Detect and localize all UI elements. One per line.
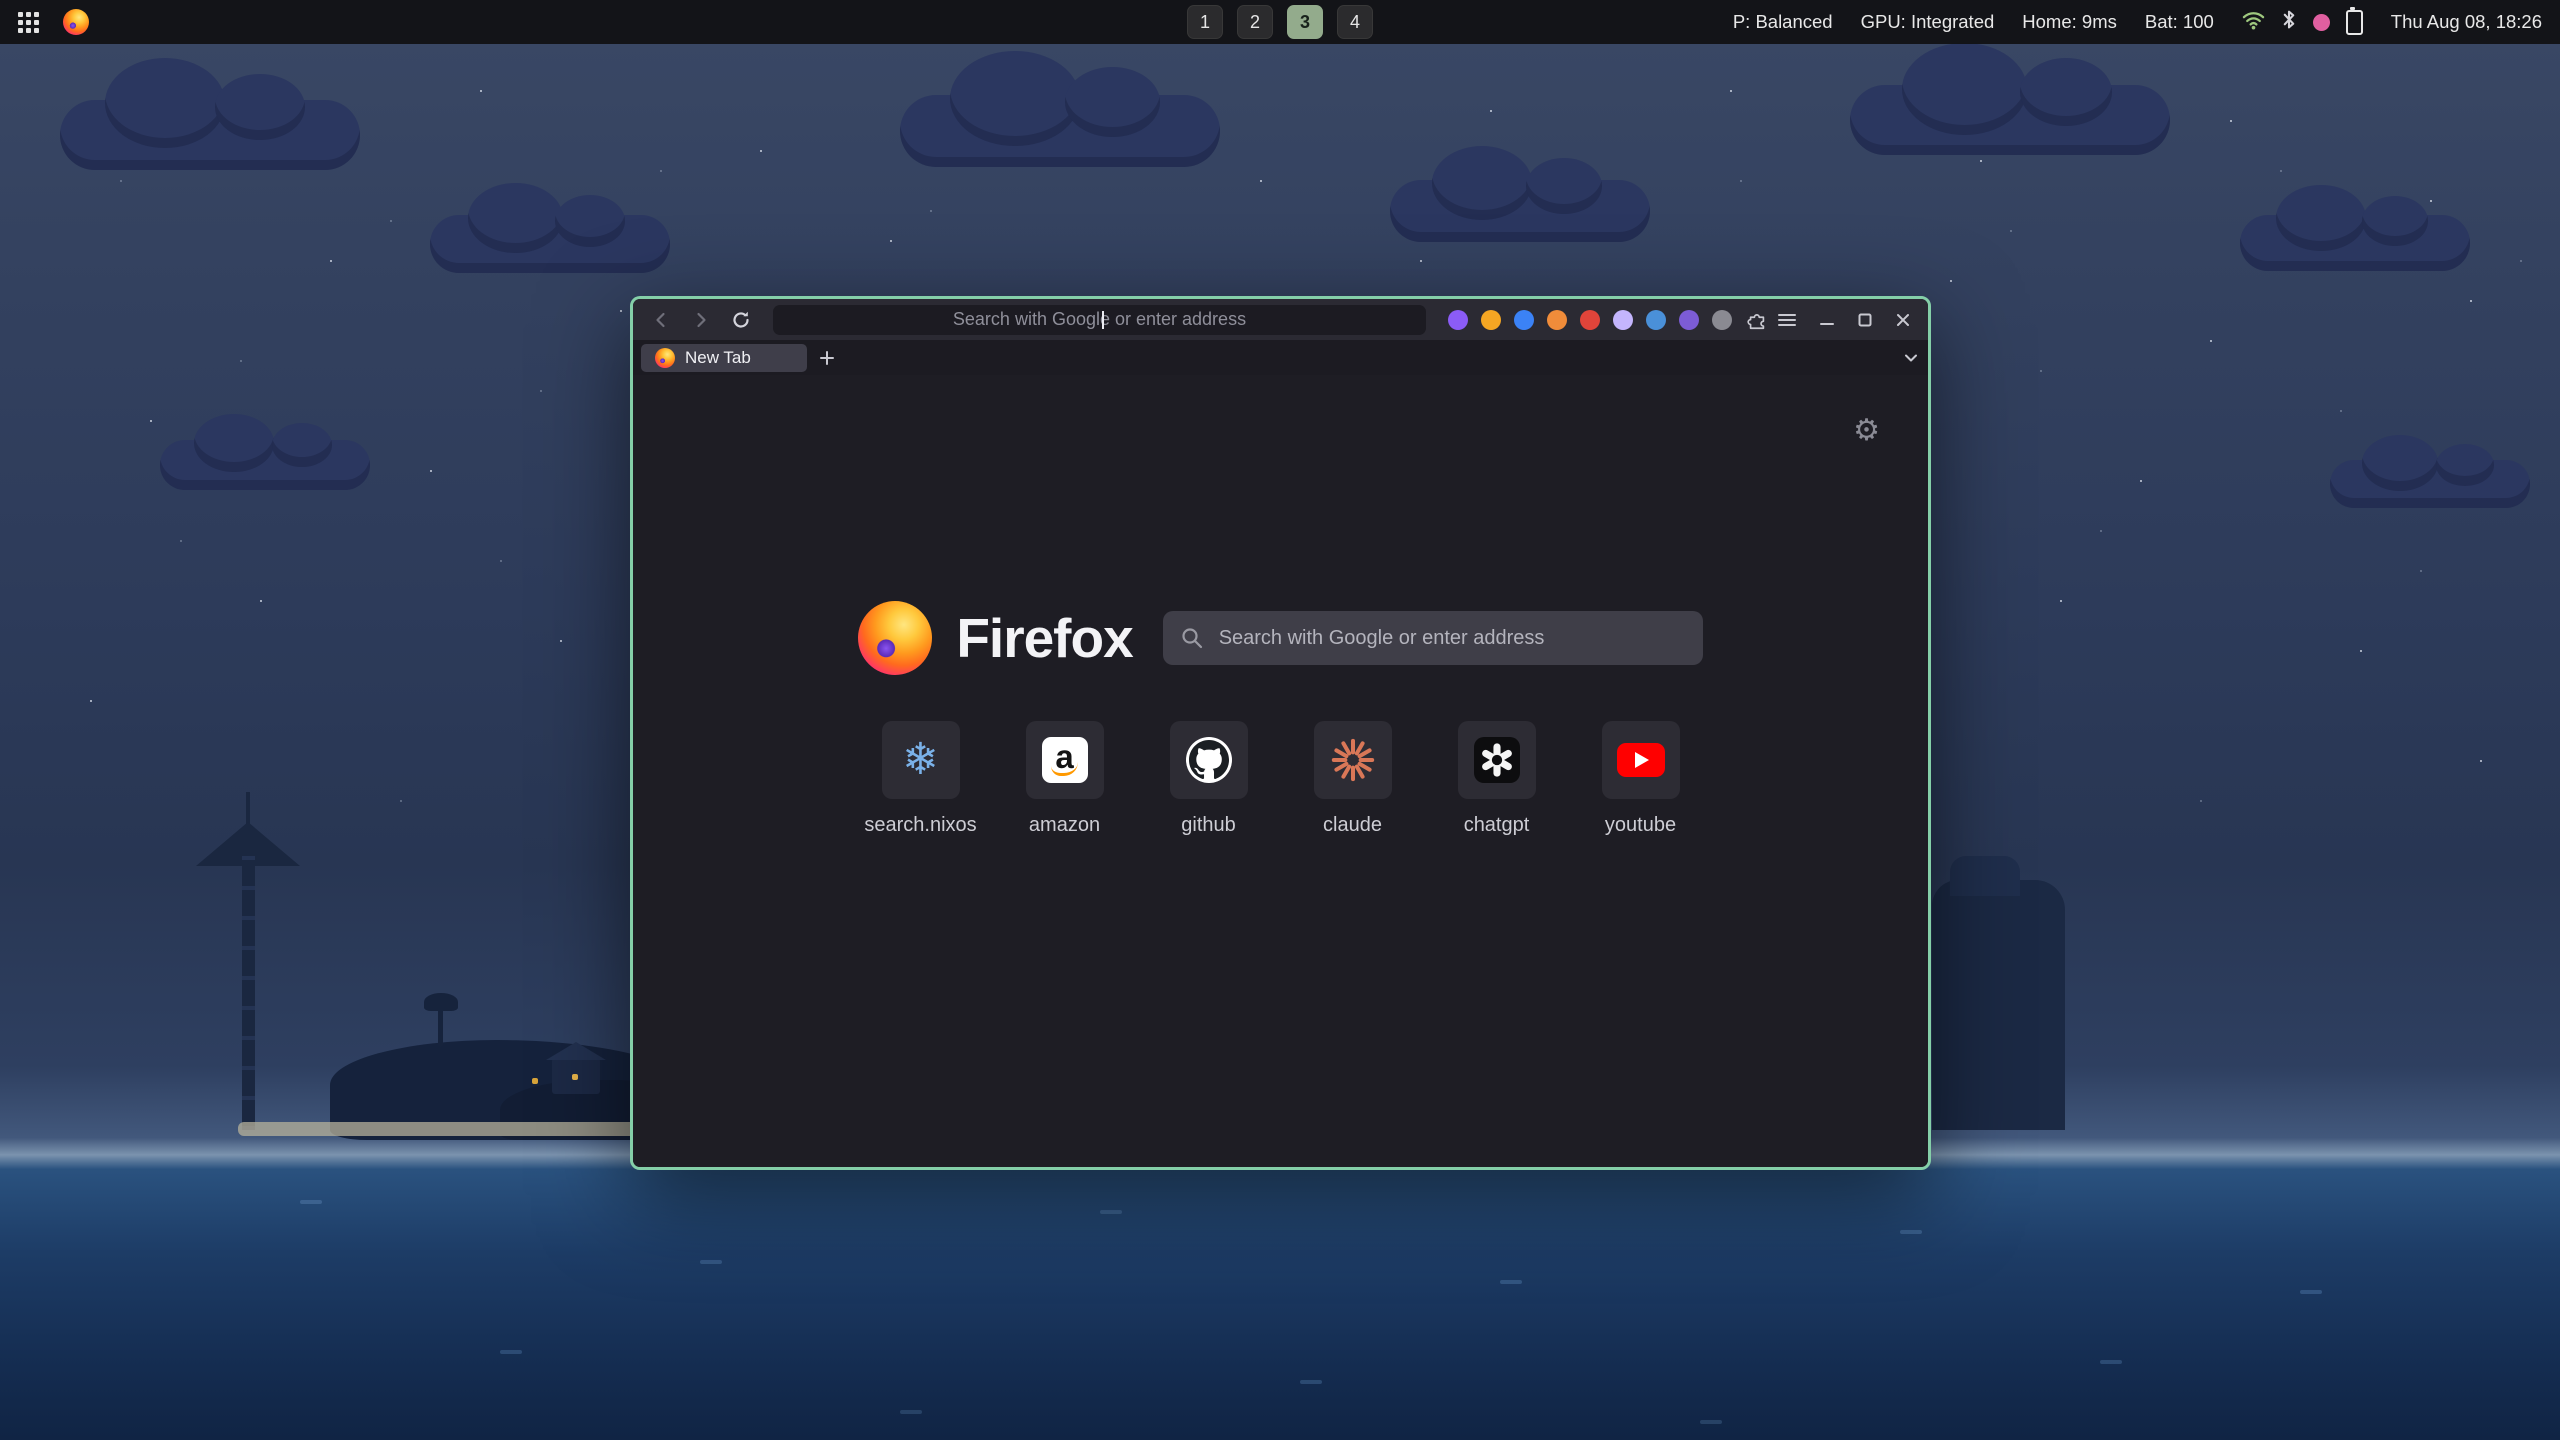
workspace-button-3[interactable]: 3	[1287, 5, 1323, 39]
extensions-puzzle-icon[interactable]	[1746, 309, 1768, 331]
workspace-switcher: 1 2 3 4	[1187, 5, 1373, 39]
workspace-label: 1	[1200, 12, 1210, 33]
workspace-label: 3	[1300, 12, 1310, 33]
desktop: 1 2 3 4 P: Balanced GPU: Integrated Home…	[0, 0, 2560, 1440]
shortcut-youtube[interactable]: youtube	[1602, 721, 1680, 837]
url-bar[interactable]	[773, 305, 1426, 335]
bluetooth-icon[interactable]	[2281, 9, 2297, 35]
extension-icon[interactable]	[1547, 310, 1567, 330]
extension-icon[interactable]	[1613, 310, 1633, 330]
phone-battery-icon[interactable]	[2346, 10, 2363, 35]
palm-tree	[438, 1005, 443, 1047]
chatgpt-icon	[1474, 737, 1520, 783]
extension-icon[interactable]	[1481, 310, 1501, 330]
minimize-button[interactable]	[1818, 311, 1836, 329]
list-tabs-chevron-icon[interactable]	[1902, 349, 1920, 367]
app-launcher-grid-icon[interactable]	[18, 12, 39, 33]
extension-icon[interactable]	[1646, 310, 1666, 330]
shortcut-label: youtube	[1605, 814, 1676, 837]
extension-icon[interactable]	[1514, 310, 1534, 330]
shortcut-tile	[1170, 721, 1248, 799]
youtube-play-triangle	[1635, 752, 1649, 768]
firefox-launcher-icon[interactable]	[63, 9, 89, 35]
menu-hamburger-icon[interactable]	[1776, 309, 1798, 331]
personalize-gear-icon[interactable]: ⚙	[1847, 415, 1886, 447]
extension-icon[interactable]	[1580, 310, 1600, 330]
github-icon	[1186, 737, 1232, 783]
firefox-wordmark: Firefox	[956, 606, 1132, 670]
shortcut-grid: ❄ search.nixos a amazon	[882, 721, 1680, 837]
window-controls	[1818, 311, 1916, 329]
claude-icon	[1330, 737, 1376, 783]
shortcut-label: chatgpt	[1464, 814, 1530, 837]
shortcut-label: search.nixos	[864, 814, 976, 837]
workspace-button-4[interactable]: 4	[1337, 5, 1373, 39]
wifi-icon[interactable]	[2242, 9, 2265, 35]
recording-indicator-icon[interactable]	[2313, 14, 2330, 31]
shortcut-amazon[interactable]: a amazon	[1026, 721, 1104, 837]
power-profile-module[interactable]: P: Balanced	[1733, 11, 1833, 33]
hut-window-light	[572, 1074, 578, 1080]
shortcut-tile	[1314, 721, 1392, 799]
shortcut-github[interactable]: github	[1170, 721, 1248, 837]
nixos-snowflake-icon: ❄	[902, 738, 939, 782]
text-caret	[1102, 311, 1104, 329]
extension-icon[interactable]	[1679, 310, 1699, 330]
shortcut-label: amazon	[1029, 814, 1100, 837]
firefox-window: New Tab ⚙ Firefox	[630, 296, 1931, 1170]
search-icon	[1180, 626, 1204, 650]
watchtower	[242, 830, 255, 1130]
new-tab-button[interactable]	[817, 348, 837, 368]
tab-bar: New Tab	[633, 340, 1928, 375]
shortcut-chatgpt[interactable]: chatgpt	[1458, 721, 1536, 837]
newtab-search-input[interactable]	[1163, 610, 1703, 666]
shortcut-label: github	[1181, 814, 1236, 837]
status-bar: 1 2 3 4 P: Balanced GPU: Integrated Home…	[0, 0, 2560, 44]
tab-new-tab[interactable]: New Tab	[641, 344, 807, 372]
extension-icon[interactable]	[1712, 310, 1732, 330]
workspace-button-2[interactable]: 2	[1237, 5, 1273, 39]
shortcut-tile	[1458, 721, 1536, 799]
newtab-hero: Firefox	[858, 601, 1702, 675]
shortcut-tile: a	[1026, 721, 1104, 799]
system-tray	[2242, 9, 2363, 35]
workspace-label: 2	[1250, 12, 1260, 33]
battery-module[interactable]: Bat: 100	[2145, 11, 2214, 33]
back-button[interactable]	[645, 305, 677, 335]
url-input[interactable]	[773, 304, 1426, 336]
tab-label: New Tab	[685, 348, 751, 368]
workspace-button-1[interactable]: 1	[1187, 5, 1223, 39]
shortcut-claude[interactable]: claude	[1314, 721, 1392, 837]
youtube-icon	[1617, 743, 1665, 777]
sea-cliff	[1932, 880, 2065, 1130]
extension-icons	[1442, 310, 1738, 330]
watchtower-mast	[246, 792, 250, 826]
status-bar-left	[18, 9, 89, 35]
firefox-favicon-icon	[655, 348, 675, 368]
firefox-logo-icon	[858, 601, 932, 675]
shortcut-tile	[1602, 721, 1680, 799]
close-button[interactable]	[1894, 311, 1912, 329]
firefox-icon	[63, 9, 89, 35]
gpu-module[interactable]: GPU: Integrated	[1861, 11, 1995, 33]
clock[interactable]: Thu Aug 08, 18:26	[2391, 11, 2542, 33]
newtab-search-bar[interactable]	[1163, 611, 1703, 665]
workspace-label: 4	[1350, 12, 1360, 33]
shortcut-label: claude	[1323, 814, 1382, 837]
status-bar-right: P: Balanced GPU: Integrated Home: 9ms Ba…	[1733, 9, 2542, 35]
forward-button[interactable]	[685, 305, 717, 335]
amazon-icon: a	[1042, 737, 1088, 783]
reload-button[interactable]	[725, 305, 757, 335]
browser-toolbar	[633, 299, 1928, 340]
extension-icon[interactable]	[1448, 310, 1468, 330]
maximize-button[interactable]	[1856, 311, 1874, 329]
latency-module[interactable]: Home: 9ms	[2022, 11, 2117, 33]
shortcut-search-nixos[interactable]: ❄ search.nixos	[882, 721, 960, 837]
new-tab-page: ⚙ Firefox ❄ search.nixos	[633, 375, 1928, 1167]
shortcut-tile: ❄	[882, 721, 960, 799]
